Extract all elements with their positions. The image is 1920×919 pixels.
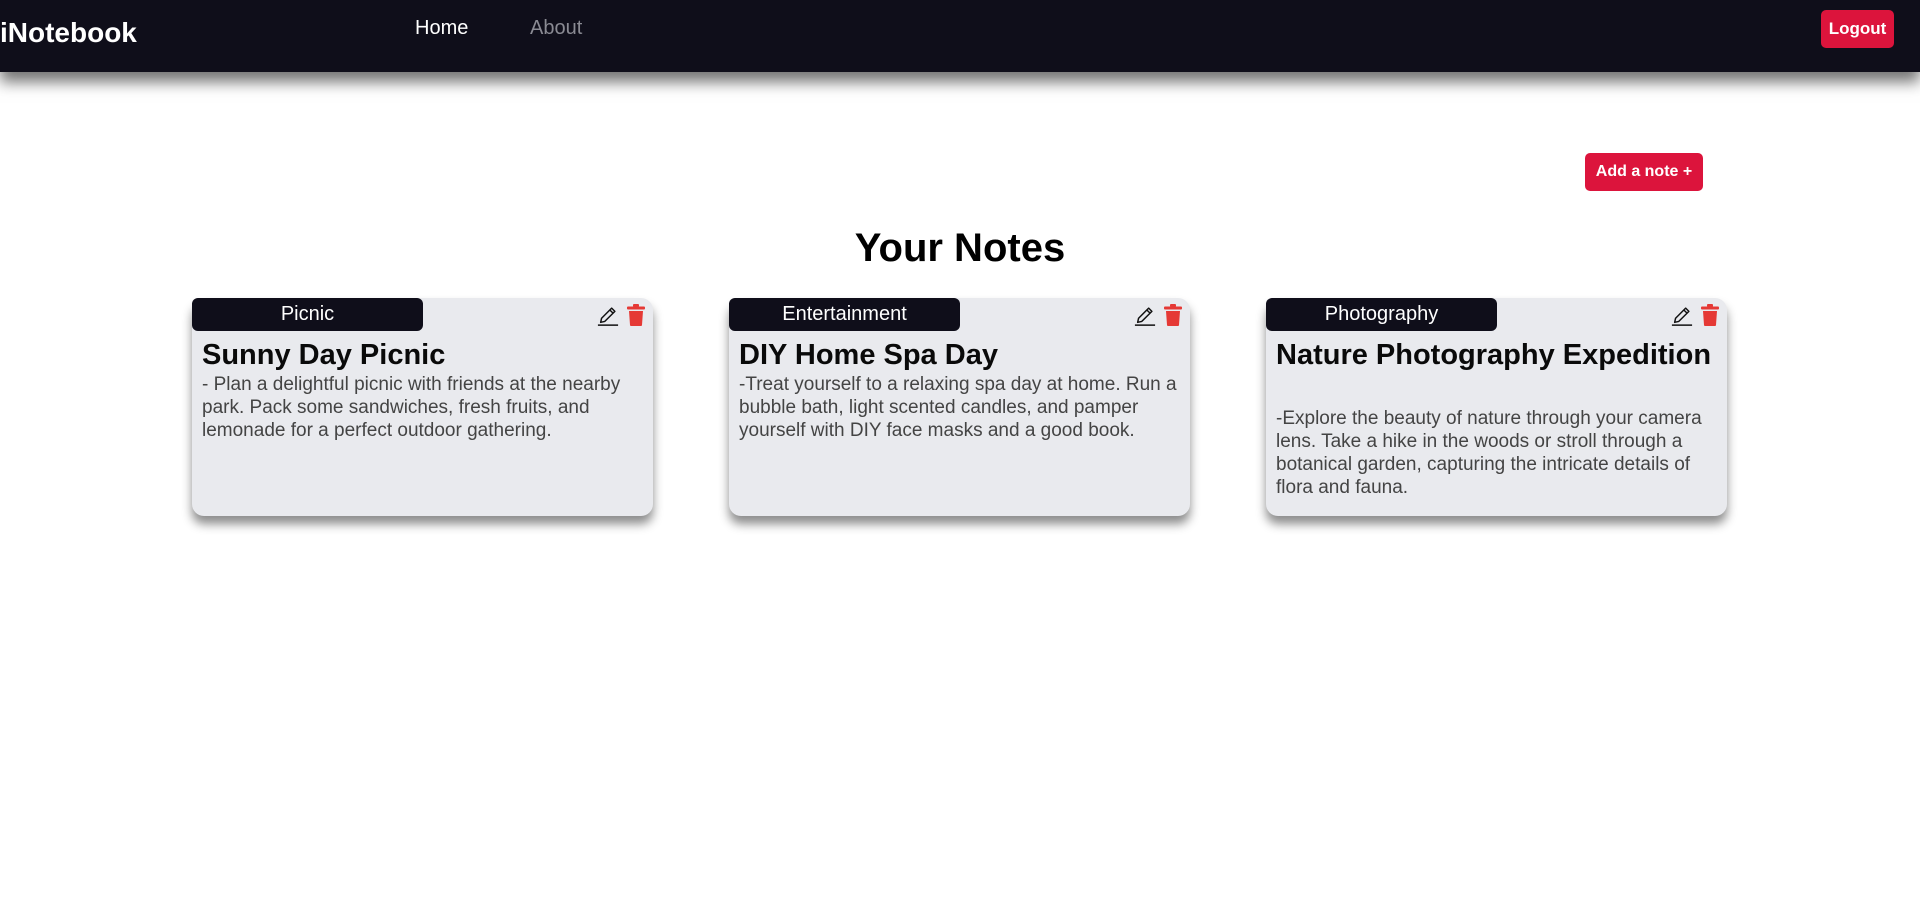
note-tag: Photography xyxy=(1266,298,1497,331)
note-description: - Plan a delightful picnic with friends … xyxy=(202,374,621,441)
note-tag: Entertainment xyxy=(729,298,960,331)
note-description: -Explore the beauty of nature through yo… xyxy=(1276,408,1702,498)
logout-button[interactable]: Logout xyxy=(1821,10,1894,48)
pencil-icon[interactable] xyxy=(1671,304,1693,326)
note-title: Sunny Day Picnic xyxy=(202,339,446,371)
nav-link-about[interactable]: About xyxy=(530,17,582,40)
note-title: Nature Photography Expedition xyxy=(1276,339,1712,371)
note-description: -Treat yourself to a relaxing spa day at… xyxy=(739,374,1177,441)
navbar: iNotebook Home About Logout xyxy=(0,0,1920,72)
trash-icon[interactable] xyxy=(1700,304,1720,326)
trash-icon[interactable] xyxy=(1163,304,1183,326)
pencil-icon[interactable] xyxy=(597,304,619,326)
note-card: Picnic Sunny Day Picnic - Plan a delight… xyxy=(192,298,653,516)
trash-icon[interactable] xyxy=(626,304,646,326)
note-card: Entertainment DIY Home Spa Day -Treat yo… xyxy=(729,298,1190,516)
note-title: DIY Home Spa Day xyxy=(739,339,998,371)
note-card: Photography Nature Photography Expeditio… xyxy=(1266,298,1727,516)
pencil-icon[interactable] xyxy=(1134,304,1156,326)
note-tag: Picnic xyxy=(192,298,423,331)
page-title: Your Notes xyxy=(854,226,1066,270)
add-note-button[interactable]: Add a note + xyxy=(1585,153,1703,191)
nav-link-home[interactable]: Home xyxy=(415,17,468,40)
brand-logo[interactable]: iNotebook xyxy=(0,17,137,49)
